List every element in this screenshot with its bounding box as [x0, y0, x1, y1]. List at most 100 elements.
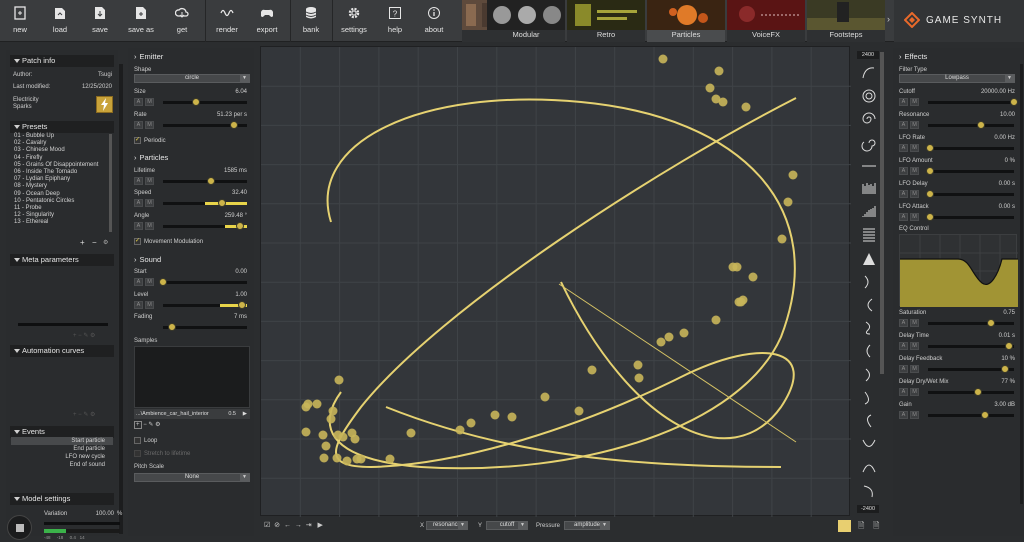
shape-strip-scrollbar[interactable]: [880, 52, 884, 374]
gain-automation-a[interactable]: A: [899, 411, 908, 419]
meta-parameter-slider[interactable]: [18, 323, 108, 326]
sample-edit-icon[interactable]: ✎: [148, 422, 153, 428]
lfo-amount-automation-m[interactable]: M: [910, 167, 919, 175]
preset-list[interactable]: 01 - Bubble Up 02 - Cavalry 03 - Chinese M…: [11, 133, 113, 234]
event-item[interactable]: LFO new cycle: [11, 453, 113, 461]
gain-slider[interactable]: [928, 414, 1014, 417]
lfo-attack-automation-m[interactable]: M: [910, 213, 919, 221]
fading-slider-knob[interactable]: [168, 323, 176, 331]
emitter-section[interactable]: › Emitter: [134, 52, 163, 61]
saturation-automation-a[interactable]: A: [899, 319, 908, 327]
preset-item[interactable]: 04 - Firefly: [11, 155, 113, 162]
angle-automation-a[interactable]: A: [134, 222, 143, 230]
bank-button[interactable]: bank: [292, 0, 330, 40]
delay-mix-automation-a[interactable]: A: [899, 388, 908, 396]
size-automation-m[interactable]: M: [145, 98, 154, 106]
curve-icon[interactable]: [860, 296, 878, 314]
modes-scroll-right-icon[interactable]: ›: [887, 14, 890, 24]
size-slider[interactable]: [163, 101, 247, 104]
angle-slider-knob[interactable]: [236, 222, 244, 230]
play-icon[interactable]: ▶: [243, 409, 247, 419]
mode-voicefx[interactable]: VoiceFX: [727, 0, 805, 42]
curve-lower-icon[interactable]: [860, 389, 878, 407]
gain-slider-knob[interactable]: [980, 411, 989, 419]
save-as-button[interactable]: save as: [120, 0, 162, 40]
lfo-amount-slider-knob[interactable]: [925, 167, 934, 175]
help-button[interactable]: ? help: [376, 0, 414, 40]
lfo-rate-slider-knob[interactable]: [925, 144, 934, 152]
saturation-slider[interactable]: [928, 322, 1014, 325]
cutoff-automation-m[interactable]: M: [910, 98, 919, 106]
canvas-bottom-value[interactable]: -2400: [857, 505, 879, 513]
presets-header[interactable]: Presets: [10, 121, 114, 133]
stretch-checkbox[interactable]: Stretch to lifetime: [134, 450, 190, 457]
preset-item[interactable]: 11 - Probe: [11, 205, 113, 212]
lfo-rate-automation-m[interactable]: M: [910, 144, 919, 152]
preset-item[interactable]: 06 - Inside The Tornado: [11, 169, 113, 176]
patch-thumbnail[interactable]: [96, 96, 113, 113]
y-axis-select[interactable]: cutoff ▼: [486, 521, 528, 530]
model-settings-header[interactable]: Model settings: [10, 493, 114, 505]
eq-control-graph[interactable]: [899, 234, 1018, 307]
dome-icon[interactable]: [860, 458, 878, 476]
saturation-automation-m[interactable]: M: [910, 319, 919, 327]
preset-add-icon[interactable]: +: [80, 238, 85, 247]
events-list[interactable]: Start particle End particle LFO new cycle E…: [11, 437, 113, 469]
cutoff-slider-knob[interactable]: [1010, 98, 1018, 106]
mode-particles[interactable]: Particles: [647, 0, 725, 42]
delay-feedback-automation-a[interactable]: A: [899, 365, 908, 373]
sample-file-row[interactable]: ...\Ambience_car_hail_interior 0.5 ▶: [134, 409, 250, 419]
curve-s-icon[interactable]: [860, 319, 878, 337]
canvas-color-swatch[interactable]: [838, 520, 851, 532]
preset-item[interactable]: 02 - Cavalry: [11, 140, 113, 147]
mode-footsteps[interactable]: Footsteps: [807, 0, 885, 42]
delay-time-automation-a[interactable]: A: [899, 342, 908, 350]
pitch-scale-select[interactable]: None ▼: [134, 473, 250, 482]
particles-section[interactable]: › Particles: [134, 153, 168, 162]
canvas-top-value[interactable]: 2400: [857, 51, 879, 59]
saturation-slider-knob[interactable]: [986, 319, 995, 327]
curve-left-icon[interactable]: [860, 342, 878, 360]
lfo-rate-automation-a[interactable]: A: [899, 144, 908, 152]
mode-modular[interactable]: Modular: [487, 0, 565, 42]
angle-automation-m[interactable]: M: [145, 222, 154, 230]
lfo-rate-slider[interactable]: [928, 147, 1014, 150]
sample-add-icon[interactable]: +: [134, 421, 142, 429]
movement-modulation-checkbox[interactable]: ✓ Movement Modulation: [134, 238, 203, 245]
sample-settings-icon[interactable]: ⚙: [155, 422, 160, 428]
cutoff-automation-a[interactable]: A: [899, 98, 908, 106]
save-canvas-icon[interactable]: 🗎: [858, 520, 864, 534]
arc-icon[interactable]: [860, 64, 878, 82]
event-item[interactable]: End of sound: [11, 461, 113, 469]
preset-item[interactable]: 13 - Ethereal: [11, 219, 113, 226]
delay-time-slider-knob[interactable]: [1004, 342, 1013, 350]
start-automation-a[interactable]: A: [134, 278, 143, 286]
preset-item[interactable]: 07 - Lydian Epiphany: [11, 176, 113, 183]
level-automation-m[interactable]: M: [145, 301, 154, 309]
meta-parameters-header[interactable]: Meta parameters: [10, 254, 114, 266]
hook-icon[interactable]: [860, 482, 878, 500]
preset-item[interactable]: 01 - Bubble Up: [11, 133, 113, 140]
lfo-delay-slider-knob[interactable]: [925, 190, 934, 198]
pressure-select[interactable]: amplitude ▼: [564, 521, 610, 530]
skip-end-icon[interactable]: ⇥: [306, 522, 312, 529]
curve-right-icon[interactable]: [860, 366, 878, 384]
particle-canvas[interactable]: [260, 46, 851, 517]
start-automation-m[interactable]: M: [145, 278, 154, 286]
lifetime-automation-m[interactable]: M: [145, 177, 154, 185]
patch-info-header[interactable]: Patch info: [10, 55, 114, 67]
lifetime-slider-knob[interactable]: [207, 177, 215, 185]
lifetime-slider[interactable]: [163, 180, 247, 183]
settings-button[interactable]: settings: [334, 0, 374, 40]
preset-item[interactable]: 03 - Chinese Mood: [11, 147, 113, 154]
x-axis-select[interactable]: resonance ▼: [426, 521, 468, 530]
export-canvas-icon[interactable]: 🗎: [873, 520, 879, 534]
preset-remove-icon[interactable]: −: [92, 238, 97, 247]
sound-section[interactable]: › Sound: [134, 255, 161, 264]
rate-automation-m[interactable]: M: [145, 121, 154, 129]
sample-remove-icon[interactable]: −: [143, 422, 147, 428]
periodic-checkbox[interactable]: ✓ Periodic: [134, 137, 166, 144]
lifetime-automation-a[interactable]: A: [134, 177, 143, 185]
left-scrollbar[interactable]: [119, 64, 123, 534]
mode-retro[interactable]: Retro: [567, 0, 645, 42]
